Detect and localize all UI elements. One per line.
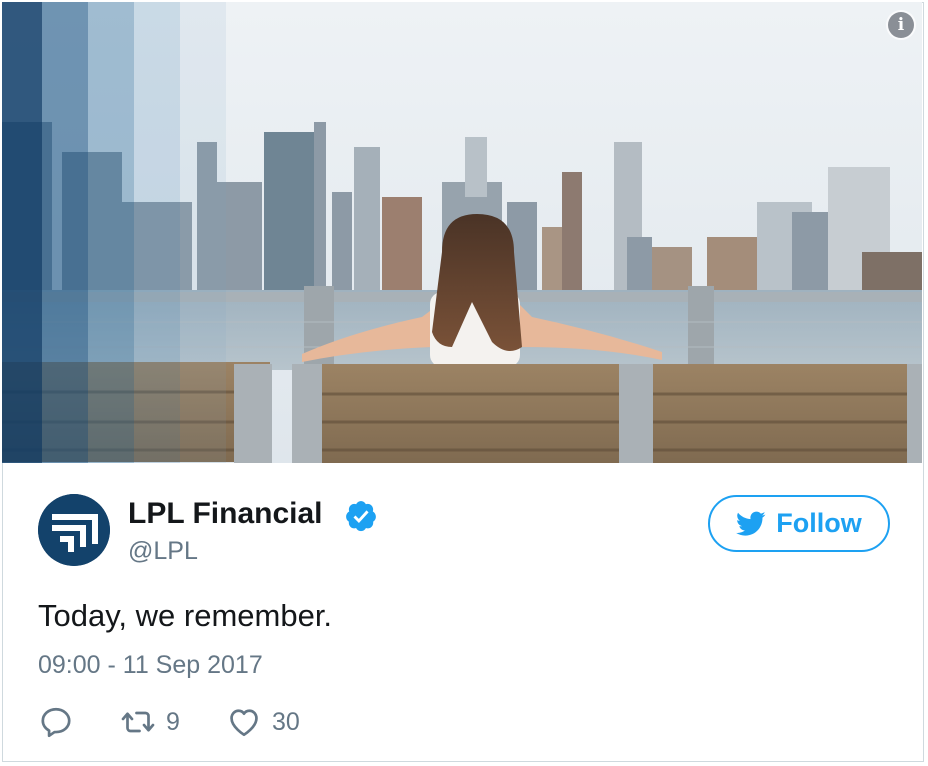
- avatar[interactable]: [38, 494, 110, 566]
- twitter-bird-icon: [736, 511, 766, 536]
- author-handle[interactable]: @LPL: [128, 537, 198, 566]
- retweet-icon: [121, 711, 155, 733]
- tweet-timestamp[interactable]: 09:00 - 11 Sep 2017: [38, 651, 263, 680]
- like-button[interactable]: 30: [226, 704, 300, 740]
- retweet-button[interactable]: 9: [120, 704, 180, 740]
- like-count: 30: [272, 707, 300, 736]
- reply-icon: [41, 707, 71, 738]
- heart-icon: [230, 709, 258, 737]
- tweet-text: Today, we remember.: [38, 598, 333, 633]
- author-name[interactable]: LPL Financial: [128, 497, 323, 531]
- lpl-logo-icon: [38, 494, 110, 566]
- tweet-photo[interactable]: i: [2, 2, 922, 463]
- retweet-count: 9: [166, 707, 180, 736]
- follow-label: Follow: [776, 508, 862, 538]
- skyline-bench-image: [2, 2, 922, 463]
- follow-button[interactable]: Follow: [708, 495, 890, 552]
- reply-button[interactable]: [38, 704, 74, 740]
- verified-badge-icon: [346, 501, 376, 532]
- info-icon[interactable]: i: [888, 12, 914, 38]
